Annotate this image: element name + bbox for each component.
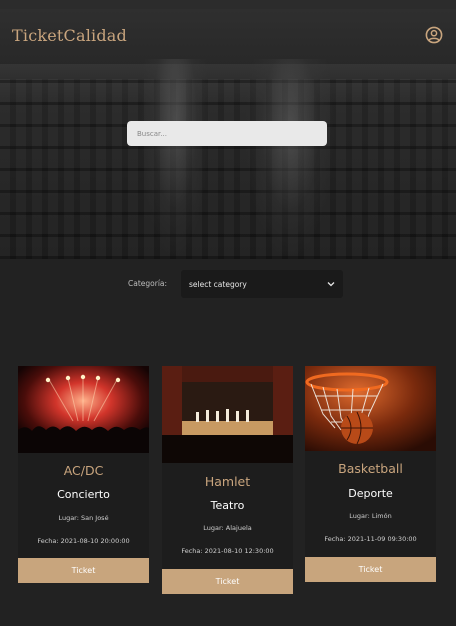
- event-card: Basketball Deporte Lugar: Limón Fecha: 2…: [305, 366, 436, 582]
- hero-dancer-right: [245, 59, 335, 259]
- event-image-basketball: [305, 366, 436, 451]
- event-category: Concierto: [57, 488, 110, 501]
- search-input[interactable]: [127, 121, 327, 146]
- hero-seats: [0, 79, 456, 259]
- event-date: Fecha: 2021-08-10 12:30:00: [181, 547, 274, 555]
- event-card: AC/DC Concierto Lugar: San José Fecha: 2…: [18, 366, 149, 583]
- category-select[interactable]: select category: [181, 270, 343, 298]
- event-location: Lugar: Alajuela: [203, 524, 252, 532]
- chevron-down-icon: [327, 282, 335, 287]
- event-title: AC/DC: [63, 463, 104, 478]
- event-title: Hamlet: [204, 474, 251, 489]
- event-location: Lugar: Limón: [349, 512, 392, 520]
- event-card: Hamlet Teatro Lugar: Alajuela Fecha: 202…: [162, 366, 293, 594]
- ticket-button[interactable]: Ticket: [305, 557, 436, 582]
- event-category: Teatro: [210, 499, 245, 512]
- category-label: Categoría:: [128, 279, 168, 288]
- hero-dancer-left: [140, 59, 210, 259]
- ticket-button[interactable]: Ticket: [18, 558, 149, 583]
- user-circle-icon[interactable]: [425, 26, 443, 44]
- brand-logo[interactable]: TicketCalidad: [12, 26, 127, 45]
- ticket-button[interactable]: Ticket: [162, 569, 293, 594]
- top-strip: [0, 0, 456, 9]
- event-location: Lugar: San José: [58, 514, 109, 522]
- event-image-theatre: [162, 366, 293, 463]
- event-date: Fecha: 2021-11-09 09:30:00: [324, 535, 417, 543]
- event-title: Basketball: [338, 461, 403, 476]
- event-date: Fecha: 2021-08-10 20:00:00: [37, 537, 130, 545]
- category-select-value: select category: [189, 279, 247, 289]
- event-image-concert: [18, 366, 149, 453]
- event-category: Deporte: [348, 487, 393, 500]
